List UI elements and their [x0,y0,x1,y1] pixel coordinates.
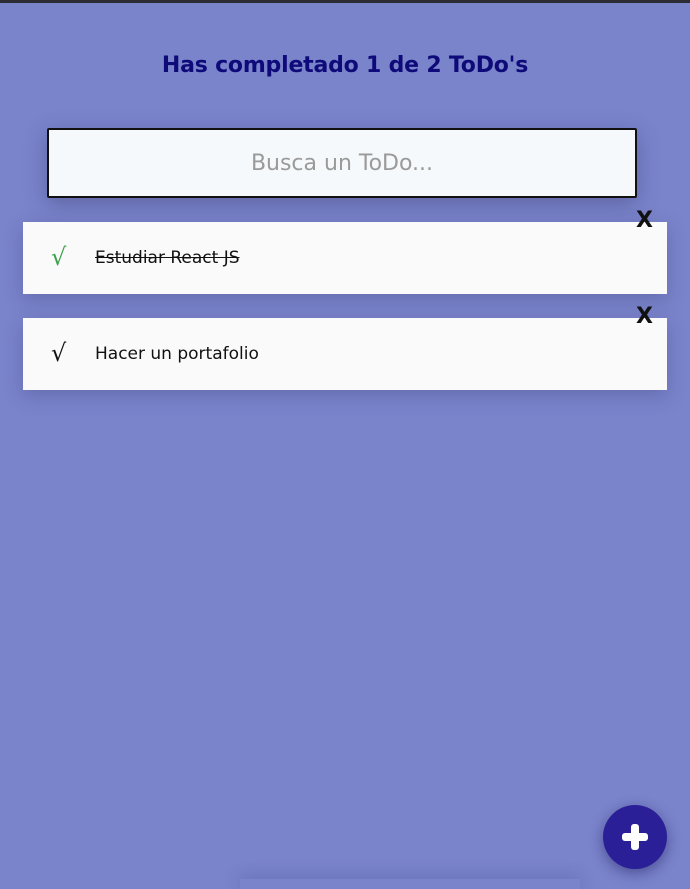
add-todo-button[interactable] [603,805,667,869]
delete-button[interactable]: X [636,304,653,329]
todo-text: Estudiar React JS [95,248,240,268]
todo-text: Hacer un portafolio [95,344,259,364]
plus-icon [603,805,667,869]
todo-item: √ Estudiar React JS X [23,208,667,294]
footer-shadow [240,879,580,889]
todo-app: Has completado 1 de 2 ToDo's √ Estudiar … [0,0,690,889]
todo-list: √ Estudiar React JS X √ Hacer un portafo… [23,208,667,414]
check-icon[interactable]: √ [51,242,66,272]
delete-button[interactable]: X [636,208,653,233]
search-input[interactable] [47,128,637,198]
check-icon[interactable]: √ [51,338,66,368]
todo-item: √ Hacer un portafolio X [23,304,667,390]
todo-counter-title: Has completado 1 de 2 ToDo's [161,53,529,78]
